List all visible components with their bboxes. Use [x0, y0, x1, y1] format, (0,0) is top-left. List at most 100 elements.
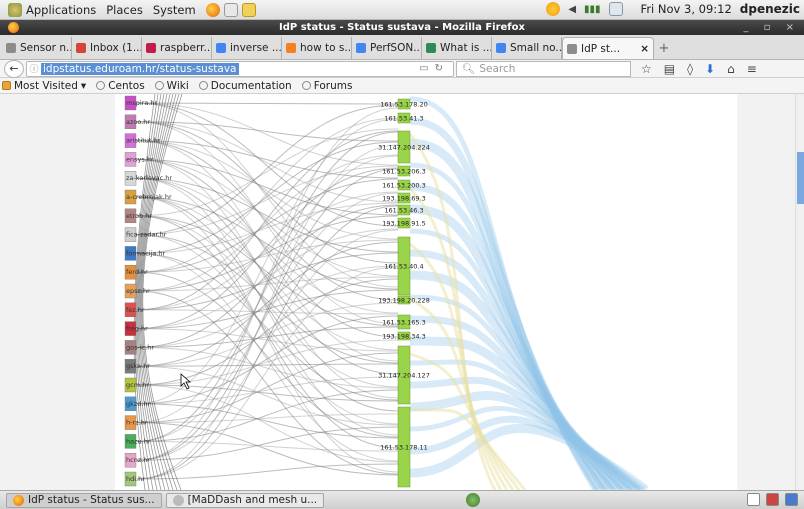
volume-icon[interactable]: ◀︎: [568, 4, 576, 15]
tab-label: IdP st...: [581, 42, 621, 55]
bookmark-4[interactable]: Documentation: [198, 80, 292, 92]
reload-icon[interactable]: ↻: [435, 63, 449, 74]
tab-7[interactable]: What is ...: [422, 37, 492, 59]
bookmark-label: Centos: [108, 79, 145, 92]
tab-label: Inbox (1...: [90, 42, 142, 54]
downloads-icon[interactable]: ⬇: [705, 62, 715, 76]
taskbar-item-2[interactable]: [MaDDash and mesh u...: [165, 492, 325, 508]
tab-6[interactable]: PerfSON...: [352, 37, 422, 59]
show-desktop-icon[interactable]: [466, 493, 480, 507]
tab-label: inverse ...: [230, 42, 282, 54]
places-menu[interactable]: Places: [106, 3, 143, 17]
taskbar-item-label: IdP status - Status sus...: [28, 494, 155, 506]
tab-5[interactable]: how to s...: [282, 37, 352, 59]
page-scrollbar[interactable]: [795, 94, 804, 490]
ip-node-label: 161.53.46.3: [384, 207, 423, 215]
window-controls[interactable]: _ ▫ ×: [743, 20, 800, 35]
bookmark-star-icon[interactable]: ☆: [641, 62, 652, 76]
tab-4[interactable]: inverse ...: [212, 37, 282, 59]
page-canvas: mspira.hr azoo.hr aristitut.hr ensys.hr za-k…: [115, 94, 737, 490]
flow-link: [136, 271, 399, 438]
globe-icon: [96, 81, 106, 90]
tab-1[interactable]: Sensor n...: [2, 37, 72, 59]
url-bar-tools[interactable]: ▭↻: [419, 63, 449, 74]
workspace-switcher-2[interactable]: [766, 493, 779, 506]
reader-view-icon[interactable]: ▭: [419, 63, 434, 74]
user-name[interactable]: dpenezic: [740, 2, 800, 16]
bookmark-2[interactable]: Centos: [96, 79, 145, 92]
idp-node-label: fez.hr: [126, 306, 145, 314]
ip-node-label: 193.198.91.5: [382, 220, 425, 228]
notes-launcher-icon[interactable]: [241, 2, 256, 17]
idp-node-label: hazu.hr: [126, 437, 151, 445]
sankey-diagram: mspira.hr azoo.hr aristitut.hr ensys.hr za-k…: [124, 94, 649, 490]
screenshot-icon[interactable]: [608, 2, 623, 16]
tab-2[interactable]: Inbox (1...: [72, 37, 142, 59]
tab-favicon-icon: [6, 43, 16, 53]
idp-node-label: fica-zadar.hr: [126, 231, 167, 239]
ip-node-label: 161.53.200.3: [382, 182, 425, 190]
system-menu[interactable]: System: [153, 3, 196, 17]
new-tab-button[interactable]: +: [654, 37, 674, 59]
network-signal-icon[interactable]: ▮▮▮: [584, 4, 601, 15]
mouse-cursor-icon: [180, 373, 192, 390]
scrollbar-thumb[interactable]: [797, 152, 804, 204]
tab-label: raspberr...: [160, 42, 212, 54]
applications-menu[interactable]: Applications: [26, 3, 96, 17]
idp-node-label: h-rz.hr: [126, 419, 148, 427]
flow-link: [136, 289, 399, 330]
tab-favicon-icon: [567, 43, 577, 54]
firefox-logo-icon: [8, 22, 19, 33]
bookmark-1[interactable]: Most Visited ▾: [2, 80, 86, 92]
bookmark-label: Most Visited: [14, 79, 78, 92]
url-bar[interactable]: ⓘ idpstatus.eduroam.hr/status-sustava ▭↻: [26, 60, 454, 77]
tab-close-icon[interactable]: ×: [640, 43, 649, 55]
pocket-icon[interactable]: ◊: [687, 62, 693, 76]
flow-link: [136, 239, 399, 273]
tab-favicon-icon: [496, 43, 506, 53]
bookmarks-toolbar: Most Visited ▾ Centos Wiki Documentation Foru…: [0, 78, 804, 94]
idp-node-label: gska.hr: [126, 362, 150, 370]
globe-icon: [198, 81, 208, 90]
tab-bar: Sensor n... Inbox (1... raspberr... inverse…: [0, 35, 804, 60]
flow-link: [136, 346, 399, 389]
url-text[interactable]: idpstatus.eduroam.hr/status-sustava: [41, 62, 239, 75]
ip-node-label: 161.53.41.3: [384, 115, 423, 123]
idp-node-label: hcnz.hr: [126, 456, 150, 464]
tab-9[interactable]: IdP st... ×: [562, 37, 654, 59]
bookmarks-menu-icon[interactable]: ▤: [664, 62, 675, 76]
ip-node-label: 193.198.34.3: [382, 333, 425, 341]
tab-8[interactable]: Small no...: [492, 37, 562, 59]
bookmark-label: Wiki: [166, 79, 189, 92]
home-icon[interactable]: ⌂: [727, 62, 735, 76]
workspace-switcher-3[interactable]: [785, 493, 798, 506]
firefox-launcher-icon[interactable]: [205, 2, 220, 17]
bookmark-5[interactable]: Forums: [301, 80, 352, 92]
hamburger-menu-icon[interactable]: ≡: [747, 62, 757, 76]
search-bar[interactable]: 🔍︎ Search: [456, 60, 631, 77]
ip-node-label: 161.53.178.11: [380, 444, 428, 452]
page-content: mspira.hr azoo.hr aristitut.hr ensys.hr za-k…: [0, 94, 795, 490]
idp-node-label: a-crebrnjak.hr: [126, 193, 172, 201]
folder-icon: [2, 81, 11, 90]
idp-node-label: freg.hr: [126, 325, 148, 333]
info-icon[interactable]: ⓘ: [27, 62, 41, 75]
idp-node-label: epsz.hr: [126, 287, 150, 295]
window-titlebar[interactable]: IdP status - Status sustava - Mozilla Fi…: [0, 20, 804, 35]
tab-3[interactable]: raspberr...: [142, 37, 212, 59]
weather-sun-icon[interactable]: [546, 2, 561, 16]
bookmark-3[interactable]: Wiki: [154, 79, 189, 92]
tab-label: What is ...: [440, 42, 492, 54]
search-icon: 🔍︎: [462, 63, 476, 75]
clock[interactable]: Fri Nov 3, 09:12: [641, 2, 732, 16]
ip-node-label: 31.147.204.224: [378, 144, 430, 152]
back-button[interactable]: ←: [4, 59, 24, 78]
mail-launcher-icon[interactable]: [223, 2, 238, 17]
tab-label: PerfSON...: [370, 42, 422, 54]
workspace-switcher-1[interactable]: [747, 493, 760, 506]
flow-link: [136, 403, 399, 439]
idp-node-label: za-karlovac.hr: [126, 174, 172, 182]
tab-label: Sensor n...: [20, 42, 72, 54]
firefox-window-icon: [13, 494, 24, 506]
taskbar-item-1[interactable]: IdP status - Status sus...: [6, 492, 162, 508]
